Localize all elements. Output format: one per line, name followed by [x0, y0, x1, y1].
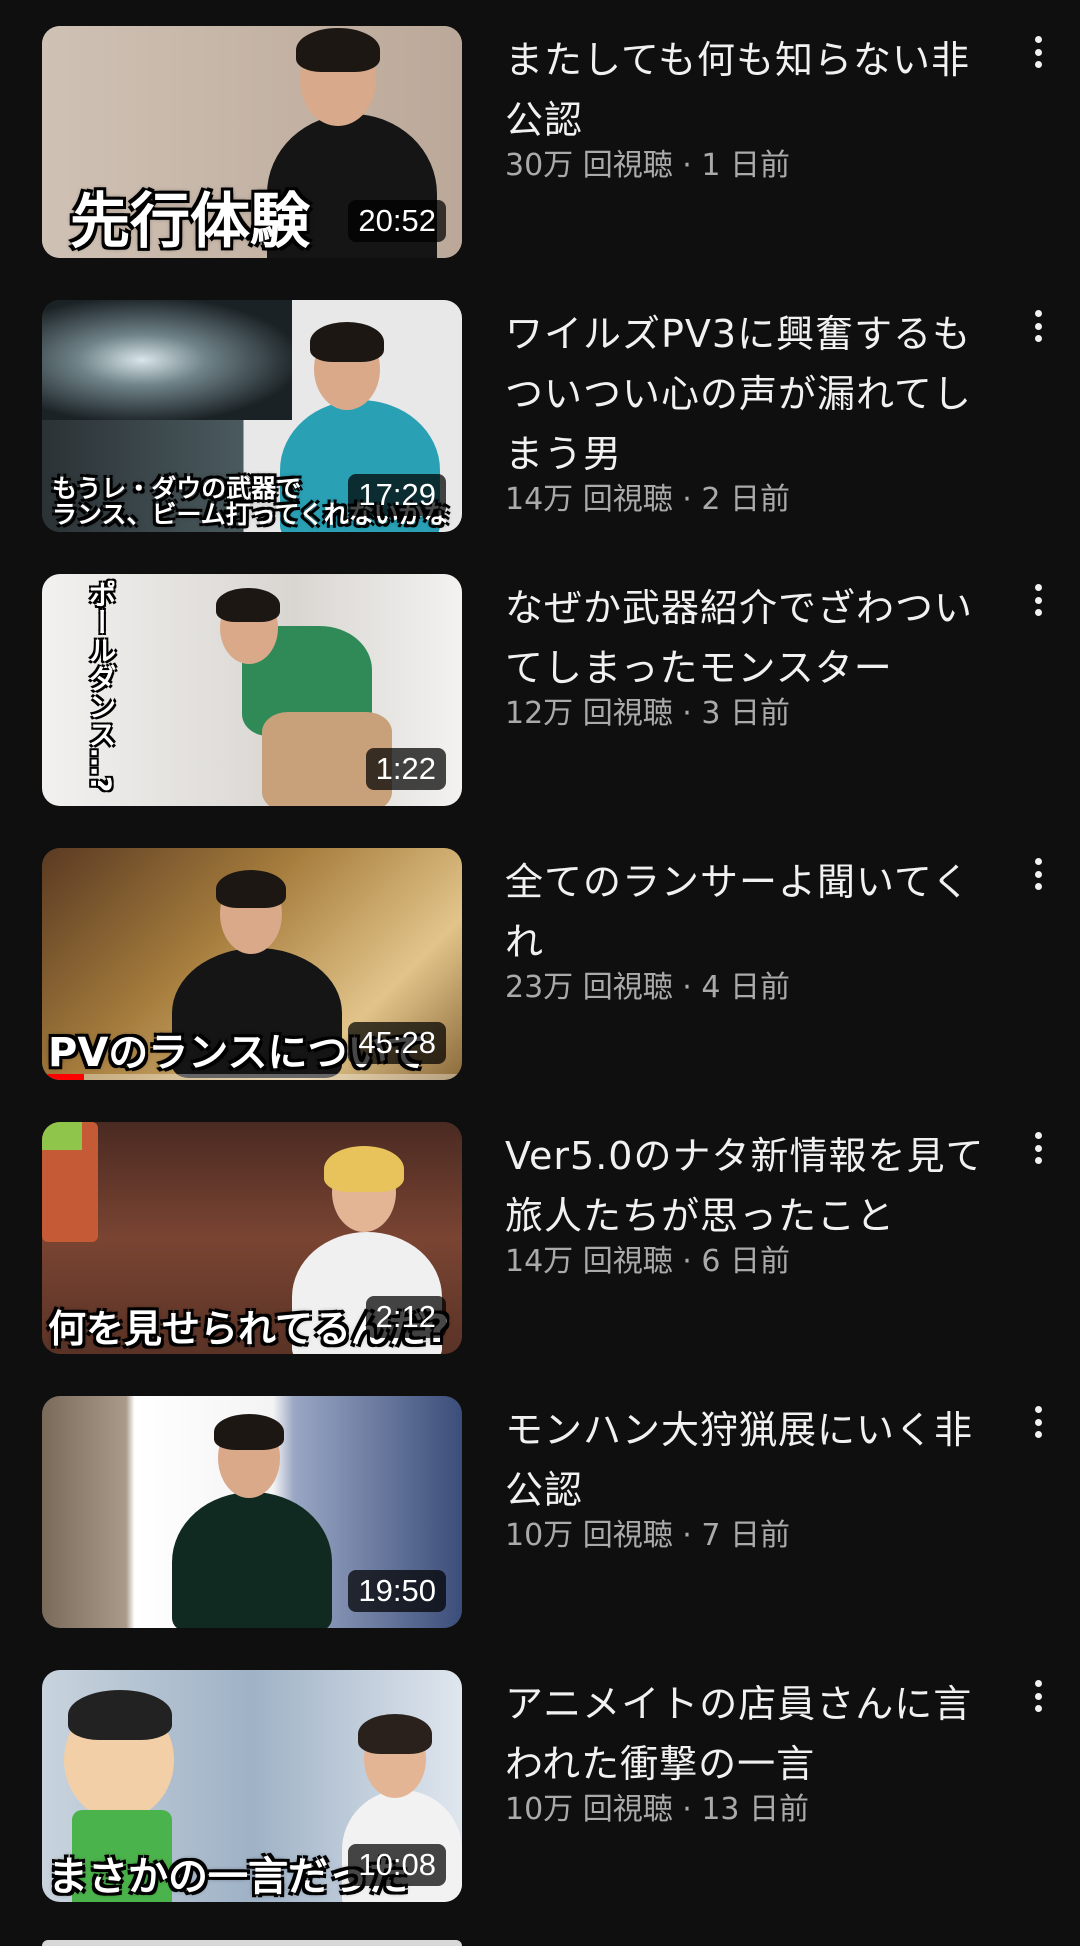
video-title[interactable]: アニメイトの店員さんに言われた衝撃の一言	[505, 1674, 1005, 1794]
thumbnail-person-hair	[358, 1714, 432, 1754]
video-stats: 10万 回視聴 · 7 日前	[505, 1518, 790, 1553]
more-vert-icon[interactable]	[1023, 30, 1053, 74]
more-vert-icon[interactable]	[1023, 1674, 1053, 1718]
more-vert-icon[interactable]	[1023, 1126, 1053, 1170]
thumbnail-illustration-hair	[68, 1690, 172, 1740]
video-stats: 23万 回視聴 · 4 日前	[505, 970, 790, 1005]
video-item[interactable]: PVのランスについて 45:28 全てのランサーよ聞いてくれ 23万 回視聴 ·…	[0, 822, 1080, 1080]
next-video-thumbnail-peek[interactable]	[42, 1940, 462, 1946]
video-item[interactable]: 何を見せられてるんだ? 2:12 Ver5.0のナタ新情報を見て旅人たちが思った…	[0, 1096, 1080, 1354]
thumbnail-person-hair	[216, 870, 286, 908]
watch-progress-track	[42, 1074, 462, 1080]
video-title[interactable]: Ver5.0のナタ新情報を見て旅人たちが思ったこと	[505, 1126, 1005, 1246]
video-duration: 10:08	[348, 1843, 446, 1886]
video-stats: 14万 回視聴 · 2 日前	[505, 482, 790, 517]
thumbnail-person-hair	[296, 28, 380, 72]
thumbnail-caption: ポールダンス…?	[84, 580, 118, 793]
video-duration: 20:52	[348, 199, 446, 242]
video-stats: 14万 回視聴 · 6 日前	[505, 1244, 790, 1279]
thumbnail-person-hair	[310, 322, 384, 362]
video-thumbnail[interactable]: 先行体験 20:52	[42, 26, 462, 258]
video-title[interactable]: なぜか武器紹介でざわついてしまったモンスター	[505, 578, 1005, 698]
video-item[interactable]: ポールダンス…? 1:22 なぜか武器紹介でざわついてしまったモンスター 12万…	[0, 548, 1080, 806]
video-item[interactable]: まさかの一言だった 10:08 アニメイトの店員さんに言われた衝撃の一言 10万…	[0, 1644, 1080, 1902]
video-meta: モンハン大狩猟展にいく非公認 10万 回視聴 · 7 日前	[505, 1400, 1005, 1558]
video-meta: ワイルズPV3に興奮するもついつい心の声が漏れてしまう男 14万 回視聴 · 2…	[505, 304, 1005, 522]
thumbnail-person-hair	[324, 1146, 404, 1192]
more-vert-icon[interactable]	[1023, 1400, 1053, 1444]
video-title[interactable]: ワイルズPV3に興奮するもついつい心の声が漏れてしまう男	[505, 304, 1005, 484]
video-meta: アニメイトの店員さんに言われた衝撃の一言 10万 回視聴 · 13 日前	[505, 1674, 1005, 1832]
video-title[interactable]: 全てのランサーよ聞いてくれ	[505, 852, 1005, 972]
video-item[interactable]: 19:50 モンハン大狩猟展にいく非公認 10万 回視聴 · 7 日前	[0, 1370, 1080, 1628]
video-meta: なぜか武器紹介でざわついてしまったモンスター 12万 回視聴 · 3 日前	[505, 578, 1005, 736]
video-duration: 17:29	[348, 473, 446, 516]
video-stats: 12万 回視聴 · 3 日前	[505, 696, 790, 731]
video-thumbnail[interactable]: ポールダンス…? 1:22	[42, 574, 462, 806]
thumbnail-person-hair	[214, 1414, 284, 1450]
video-thumbnail[interactable]: PVのランスについて 45:28	[42, 848, 462, 1080]
more-vert-icon[interactable]	[1023, 304, 1053, 348]
watch-progress-bar	[42, 1074, 84, 1080]
video-duration: 2:12	[365, 1295, 446, 1338]
thumbnail-person-hair	[216, 588, 280, 622]
video-title[interactable]: モンハン大狩猟展にいく非公認	[505, 1400, 1005, 1520]
video-duration: 1:22	[365, 747, 446, 790]
video-thumbnail[interactable]: まさかの一言だった 10:08	[42, 1670, 462, 1902]
video-meta: 全てのランサーよ聞いてくれ 23万 回視聴 · 4 日前	[505, 852, 1005, 1010]
thumbnail-person	[172, 1492, 332, 1628]
video-meta: またしても何も知らない非公認 30万 回視聴 · 1 日前	[505, 30, 1005, 188]
thumbnail-caption: 先行体験	[70, 187, 310, 257]
video-stats: 30万 回視聴 · 1 日前	[505, 148, 790, 183]
video-thumbnail[interactable]: もうレ・ダウの武器で ランス、ビーム打ってくれないかな 17:29	[42, 300, 462, 532]
video-stats: 10万 回視聴 · 13 日前	[505, 1792, 810, 1827]
video-item[interactable]: もうレ・ダウの武器で ランス、ビーム打ってくれないかな 17:29 ワイルズPV…	[0, 274, 1080, 532]
video-duration: 19:50	[348, 1569, 446, 1612]
video-duration: 45:28	[348, 1021, 446, 1064]
video-meta: Ver5.0のナタ新情報を見て旅人たちが思ったこと 14万 回視聴 · 6 日前	[505, 1126, 1005, 1284]
video-title[interactable]: またしても何も知らない非公認	[505, 30, 1005, 150]
more-vert-icon[interactable]	[1023, 852, 1053, 896]
more-vert-icon[interactable]	[1023, 578, 1053, 622]
thumbnail-pixel-frog	[42, 1122, 82, 1150]
video-item[interactable]: 先行体験 20:52 またしても何も知らない非公認 30万 回視聴 · 1 日前	[0, 0, 1080, 258]
video-thumbnail[interactable]: 19:50	[42, 1396, 462, 1628]
video-thumbnail[interactable]: 何を見せられてるんだ? 2:12	[42, 1122, 462, 1354]
